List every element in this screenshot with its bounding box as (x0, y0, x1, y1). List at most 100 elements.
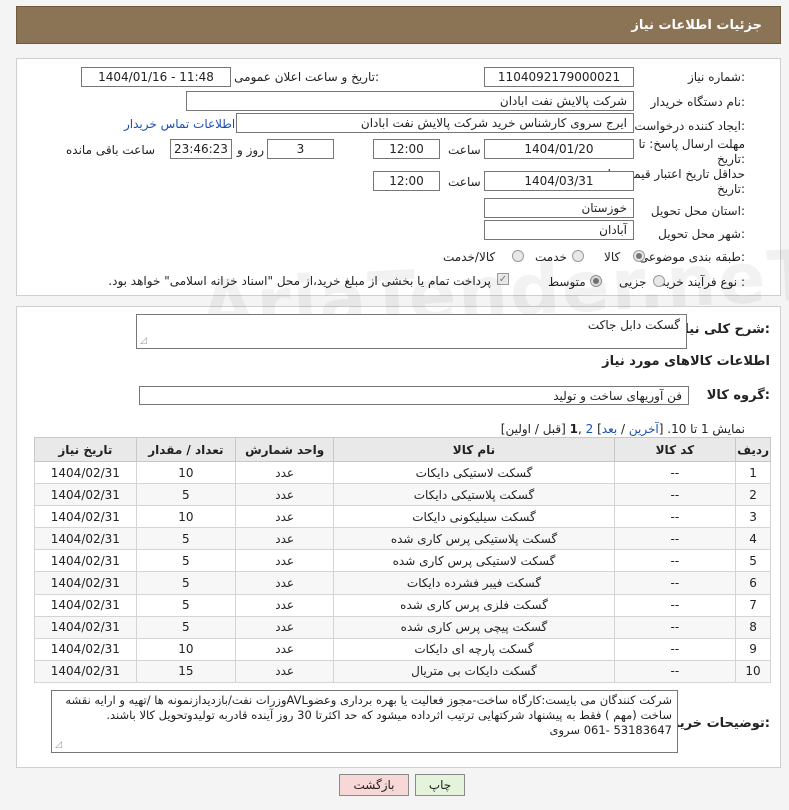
cell-item-code: -- (613, 593, 737, 617)
col-quantity: تعداد / مقدار (135, 437, 236, 462)
notes-resize-grip-icon: ◿ (55, 740, 62, 750)
cell-item-code: -- (613, 527, 737, 551)
payment-checkbox[interactable]: ✓ (497, 273, 509, 285)
cell-unit: عدد (234, 505, 335, 529)
table-row: 8 -- گسکت پیچی پرس کاری شده عدد 5 1404/02/31 (34, 615, 771, 639)
group-label: گروه کالا: (706, 388, 770, 403)
cell-unit: عدد (234, 483, 335, 507)
days-label: روز و (237, 143, 264, 157)
cell-unit: عدد (234, 549, 335, 573)
cell-item-name: گسکت سیلیکونی دایکات (333, 505, 615, 529)
cell-row-number: 9 (735, 637, 771, 661)
category-radio-service[interactable] (572, 250, 584, 262)
cell-item-code: -- (613, 615, 737, 639)
table-row: 7 -- گسکت فلزی پرس کاری شده عدد 5 1404/02/31 (34, 593, 771, 617)
table-row: 1 -- گسکت لاستیکی دایکات عدد 10 1404/02/31 (34, 460, 771, 485)
cell-quantity: 10 (135, 505, 236, 529)
group-field: فن آوریهای ساخت و تولید (139, 386, 689, 405)
cell-row-number: 4 (735, 527, 771, 551)
cell-quantity: 5 (135, 593, 236, 617)
cell-item-name: گسکت پلاستیکی دایکات (333, 483, 615, 507)
category-option-goods: کالا (604, 250, 621, 264)
pager-sep-1: / (617, 422, 629, 436)
cell-row-number: 1 (735, 460, 771, 485)
cell-quantity: 5 (135, 527, 236, 551)
buyer-notes-text: شرکت کنندگان می بایست:کارگاه ساخت-مجوز ف… (65, 693, 672, 737)
back-button[interactable]: بازگشت (339, 774, 409, 796)
remaining-time-field: 23:46:23 (170, 139, 232, 159)
cell-quantity: 10 (135, 460, 236, 485)
cell-unit: عدد (234, 593, 335, 617)
pagination: نمایش 1 تا 10. [آخرین / بعد] 2 ,1 [قبل /… (501, 422, 745, 436)
items-table-wrap: ردیف کد کالا نام کالا واحد شمارش تعداد /… (34, 437, 771, 683)
validity-label-2: تاریخ: (717, 182, 745, 196)
process-radio-minor[interactable] (653, 275, 665, 287)
cell-item-code: -- (613, 505, 737, 529)
buyer-notes-field: شرکت کنندگان می بایست:کارگاه ساخت-مجوز ف… (51, 690, 678, 753)
resize-grip-icon: ◿ (140, 336, 147, 346)
page-header: جزئیات اطلاعات نیاز (16, 6, 781, 44)
days-field: 3 (267, 139, 334, 159)
category-radio-goods-service[interactable] (512, 250, 524, 262)
col-row-number: ردیف (735, 437, 771, 462)
print-button[interactable]: چاپ (415, 774, 465, 796)
cell-unit: عدد (234, 637, 335, 661)
province-label: استان محل تحویل: (650, 204, 745, 218)
cell-quantity: 15 (135, 659, 236, 683)
col-item-code: کد کالا (613, 437, 737, 462)
process-option-minor: جزیی (619, 275, 647, 289)
cell-item-name: گسکت لاستیکی پرس کاری شده (333, 549, 615, 573)
cell-item-name: گسکت پارچه ای دایکات (333, 637, 615, 661)
col-unit: واحد شمارش (234, 437, 335, 462)
announce-label: تاریخ و ساعت اعلان عمومی: (234, 70, 379, 84)
cell-need-date: 1404/02/31 (34, 505, 137, 529)
buyer-contact-link[interactable]: اطلاعات تماس خریدار (124, 117, 235, 131)
cell-quantity: 10 (135, 637, 236, 661)
summary-label: شرح کلی نیاز: (676, 322, 770, 337)
payment-note: پرداخت تمام یا بخشی از مبلغ خرید،از محل … (108, 274, 491, 288)
page-title: جزئیات اطلاعات نیاز (631, 17, 762, 33)
pager-next-link[interactable]: بعد (602, 422, 617, 436)
cell-item-code: -- (613, 637, 737, 661)
cell-item-code: -- (613, 659, 737, 683)
city-field: آبادان (484, 220, 634, 240)
province-field: خوزستان (484, 198, 634, 218)
cell-item-name: گسکت فلزی پرس کاری شده (333, 593, 615, 617)
col-need-date: تاریخ نیاز (34, 437, 137, 462)
cell-quantity: 5 (135, 483, 236, 507)
table-row: 9 -- گسکت پارچه ای دایکات عدد 10 1404/02/31 (34, 637, 771, 661)
table-row: 2 -- گسکت پلاستیکی دایکات عدد 5 1404/02/31 (34, 483, 771, 507)
need-number-field: 1104092179000021 (484, 67, 634, 87)
category-option-goods-service: کالا/خدمت (443, 250, 496, 264)
process-radio-medium[interactable] (590, 275, 602, 287)
cell-row-number: 10 (735, 659, 771, 683)
process-option-medium: متوسط (548, 275, 586, 289)
announce-field: 1404/01/16 - 11:48 (81, 67, 231, 87)
category-option-service: خدمت (535, 250, 567, 264)
cell-item-name: گسکت فیبر فشرده دایکات (333, 571, 615, 595)
items-table: ردیف کد کالا نام کالا واحد شمارش تعداد /… (34, 437, 771, 683)
cell-need-date: 1404/02/31 (34, 460, 137, 485)
cell-row-number: 2 (735, 483, 771, 507)
table-row: 6 -- گسکت فیبر فشرده دایکات عدد 5 1404/02/31 (34, 571, 771, 595)
cell-item-name: گسکت پیچی پرس کاری شده (333, 615, 615, 639)
category-radio-goods[interactable] (633, 250, 645, 262)
table-row: 4 -- گسکت پلاستیکی پرس کاری شده عدد 5 1404/02… (34, 527, 771, 551)
validity-time-field: 12:00 (373, 171, 440, 191)
col-item-name: نام کالا (333, 437, 615, 462)
cell-item-code: -- (613, 483, 737, 507)
pager-comma: , (578, 422, 586, 436)
cell-unit: عدد (234, 571, 335, 595)
cell-row-number: 5 (735, 549, 771, 573)
summary-field: گسکت دابل جاکت (136, 314, 687, 349)
creator-label: ایجاد کننده درخواست: (634, 119, 745, 133)
cell-quantity: 5 (135, 571, 236, 595)
cell-need-date: 1404/02/31 (34, 593, 137, 617)
pager-last-link[interactable]: آخرین (629, 422, 659, 436)
pager-sep-2: ] (593, 422, 602, 436)
pager-suffix: [قبل / اولین] (500, 422, 570, 436)
deadline-label: مهلت ارسال پاسخ: تا (638, 137, 745, 151)
cell-unit: عدد (234, 659, 335, 683)
remaining-label: ساعت باقی مانده (66, 143, 156, 157)
cell-quantity: 5 (135, 549, 236, 573)
